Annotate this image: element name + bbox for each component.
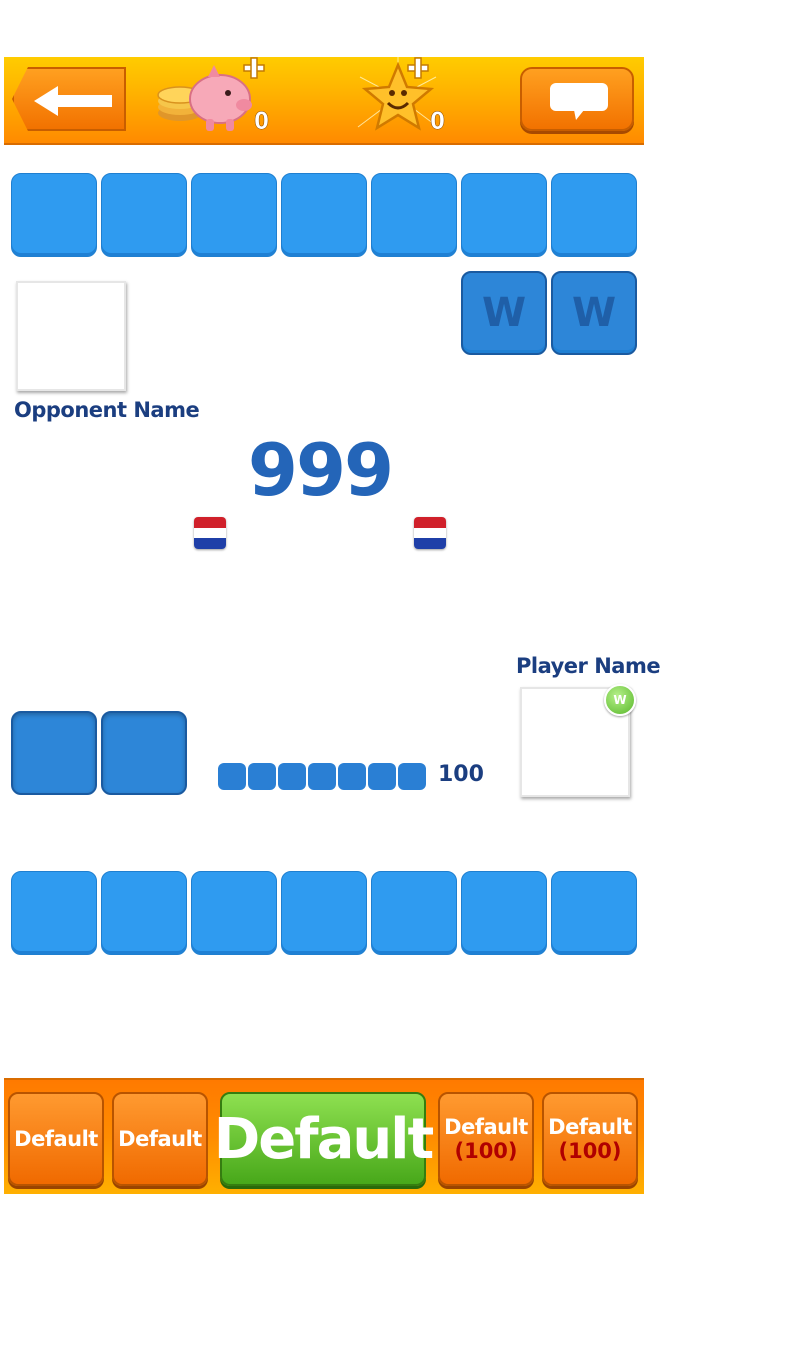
opponent-tile	[461, 173, 547, 257]
action-button-label: Default	[118, 1127, 202, 1151]
chat-bubble-icon	[550, 83, 608, 120]
coins-count: 0	[254, 107, 270, 136]
player-name: Player Name	[516, 654, 661, 678]
opponent-tile	[191, 173, 277, 257]
action-button-2[interactable]: Default	[112, 1092, 208, 1186]
rack-tile[interactable]	[191, 871, 277, 955]
opponent-tile	[11, 173, 97, 257]
opponent-tile	[101, 173, 187, 257]
bag-pip	[368, 763, 396, 790]
opponent-tile	[551, 173, 637, 257]
action-button-5[interactable]: Default (100)	[542, 1092, 638, 1186]
held-tile[interactable]	[101, 711, 187, 795]
back-arrow-icon	[34, 86, 112, 116]
opponent-avatar[interactable]	[16, 281, 126, 391]
action-button-1[interactable]: Default	[8, 1092, 104, 1186]
chat-button[interactable]	[520, 67, 634, 131]
rack-tile[interactable]	[461, 871, 547, 955]
opponent-special-tile: W	[461, 271, 547, 355]
primary-action-button[interactable]: Default	[214, 1092, 434, 1186]
held-tile[interactable]	[11, 711, 97, 795]
stars-count: 0	[430, 107, 446, 136]
rack-tile[interactable]	[551, 871, 637, 955]
opponent-tile	[281, 173, 367, 257]
bag-pip	[278, 763, 306, 790]
action-button-cost: (100)	[454, 1139, 518, 1163]
netherlands-flag-icon	[194, 517, 226, 549]
netherlands-flag-icon	[414, 517, 446, 549]
stars-display[interactable]: 0	[356, 57, 456, 145]
coins-display[interactable]: 0	[154, 57, 274, 145]
tile-bag-indicator	[218, 763, 426, 790]
bottom-action-bar: Default Default Default Default (100) De…	[4, 1078, 644, 1194]
bag-pip	[218, 763, 246, 790]
action-button-cost: (100)	[558, 1139, 622, 1163]
opponent-name: Opponent Name	[14, 398, 200, 422]
opponent-tile	[371, 173, 457, 257]
special-tile-letter: W	[571, 290, 617, 336]
rack-tile[interactable]	[371, 871, 457, 955]
player-badge: W	[604, 684, 636, 716]
top-bar: 0 0	[4, 57, 644, 145]
action-button-label: Default	[444, 1115, 528, 1139]
rack-tile[interactable]	[11, 871, 97, 955]
primary-action-label: Default	[213, 1106, 434, 1172]
back-button[interactable]	[12, 67, 126, 131]
special-tile-letter: W	[481, 290, 527, 336]
opponent-special-tile: W	[551, 271, 637, 355]
badge-letter: W	[613, 693, 627, 707]
action-button-label: Default	[548, 1115, 632, 1139]
rack-tile[interactable]	[101, 871, 187, 955]
action-button-4[interactable]: Default (100)	[438, 1092, 534, 1186]
score-display: 999	[247, 428, 394, 512]
bag-pip	[338, 763, 366, 790]
bag-pip	[248, 763, 276, 790]
action-button-label: Default	[14, 1127, 98, 1151]
bag-pip	[398, 763, 426, 790]
bag-pip	[308, 763, 336, 790]
rack-tile[interactable]	[281, 871, 367, 955]
bag-count: 100	[438, 762, 484, 787]
